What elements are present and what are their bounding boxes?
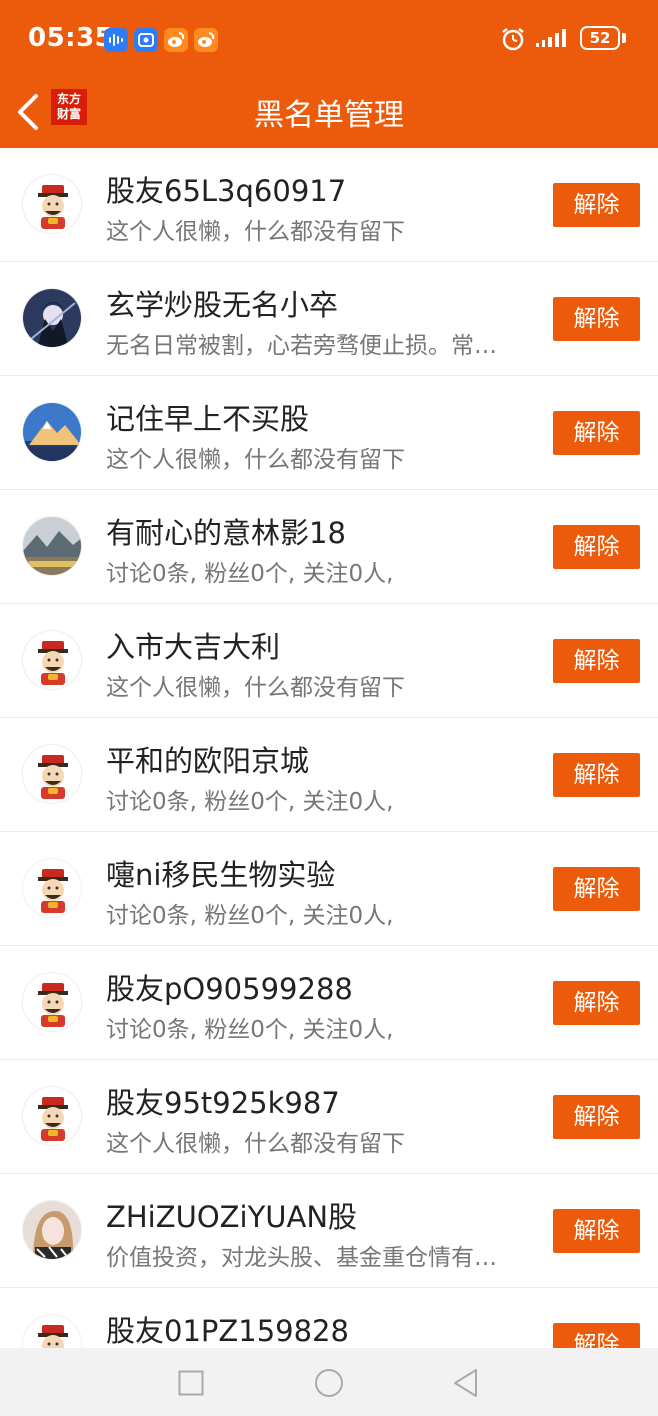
list-item[interactable]: 平和的欧阳京城讨论0条, 粉丝0个, 关注0人, 解除	[0, 718, 658, 832]
avatar[interactable]	[22, 972, 82, 1032]
unblock-button[interactable]: 解除	[553, 639, 640, 683]
avatar[interactable]	[22, 1086, 82, 1146]
avatar[interactable]	[22, 630, 82, 690]
user-description: 价值投资，对龙头股、基金重仓情有…	[106, 1245, 497, 1271]
recent-apps-icon[interactable]	[178, 1370, 204, 1400]
user-name: 入市大吉大利	[106, 630, 281, 664]
list-item[interactable]: 记住早上不买股这个人很懒，什么都没有留下 解除	[0, 376, 658, 490]
user-description: 讨论0条, 粉丝0个, 关注0人,	[106, 1017, 394, 1043]
back-triangle-icon[interactable]	[452, 1368, 480, 1402]
list-item[interactable]: 股友01PZ159828 解除	[0, 1288, 658, 1348]
system-nav-bar	[0, 1348, 658, 1416]
alarm-icon	[500, 26, 526, 56]
status-time: 05:35	[28, 23, 114, 53]
list-item[interactable]: ZHiZUOZiYUAN股价值投资，对龙头股、基金重仓情有… 解除	[0, 1174, 658, 1288]
weibo-app-icon	[164, 28, 188, 52]
unblock-button[interactable]: 解除	[553, 1095, 640, 1139]
list-item[interactable]: 入市大吉大利这个人很懒，什么都没有留下 解除	[0, 604, 658, 718]
avatar[interactable]	[22, 1314, 82, 1348]
user-name: 平和的欧阳京城	[106, 744, 310, 778]
list-item[interactable]: 股友95t925k987 这个人很懒，什么都没有留下 解除	[0, 1060, 658, 1174]
avatar[interactable]	[22, 858, 82, 918]
unblock-button[interactable]: 解除	[553, 411, 640, 455]
blacklist: 股友65L3q60917 这个人很懒，什么都没有留下 解除 玄学炒股无名小卒 无名日常…	[0, 148, 658, 1348]
battery-tip	[622, 33, 626, 43]
unblock-button[interactable]: 解除	[553, 1323, 640, 1348]
user-name: 股友01PZ159828	[106, 1314, 349, 1348]
unblock-button[interactable]: 解除	[553, 525, 640, 569]
unblock-button[interactable]: 解除	[553, 981, 640, 1025]
voice-app-icon	[104, 28, 128, 52]
list-item[interactable]: 股友pO90599288 讨论0条, 粉丝0个, 关注0人, 解除	[0, 946, 658, 1060]
list-item[interactable]: 玄学炒股无名小卒无名日常被割，心若旁骛便止损。常… 解除	[0, 262, 658, 376]
user-name: ZHiZUOZiYUAN股	[106, 1200, 358, 1234]
unblock-button[interactable]: 解除	[553, 867, 640, 911]
avatar[interactable]	[22, 1200, 82, 1260]
signal-icon	[534, 27, 574, 53]
avatar[interactable]	[22, 288, 82, 348]
user-description: 讨论0条, 粉丝0个, 关注0人,	[106, 789, 394, 815]
user-name: 嚏ni移民生物实验	[106, 858, 336, 892]
page-title: 黑名单管理	[254, 98, 404, 133]
status-bar: 05:35 52	[0, 0, 658, 80]
shield-app-icon	[134, 28, 158, 52]
avatar[interactable]	[22, 402, 82, 462]
user-name: 股友65L3q60917	[106, 174, 347, 208]
unblock-button[interactable]: 解除	[553, 297, 640, 341]
user-description: 这个人很懒，什么都没有留下	[106, 1131, 405, 1157]
user-name: 记住早上不买股	[106, 402, 310, 436]
user-description: 这个人很懒，什么都没有留下	[106, 675, 405, 701]
user-description: 这个人很懒，什么都没有留下	[106, 447, 405, 473]
list-item[interactable]: 股友65L3q60917 这个人很懒，什么都没有留下 解除	[0, 148, 658, 262]
battery-icon: 52	[580, 26, 620, 50]
list-item[interactable]: 有耐心的意林影18 讨论0条, 粉丝0个, 关注0人, 解除	[0, 490, 658, 604]
user-name: 股友pO90599288	[106, 972, 353, 1006]
user-description: 讨论0条, 粉丝0个, 关注0人,	[106, 903, 394, 929]
user-description: 无名日常被割，心若旁骛便止损。常…	[106, 333, 497, 359]
user-name: 玄学炒股无名小卒	[106, 288, 339, 322]
unblock-button[interactable]: 解除	[553, 183, 640, 227]
avatar[interactable]	[22, 174, 82, 234]
home-icon[interactable]	[314, 1368, 344, 1402]
unblock-button[interactable]: 解除	[553, 753, 640, 797]
app-header-background: 05:35 52 东方 财富 黑名单管理	[0, 0, 658, 148]
weibo-app-icon-2	[194, 28, 218, 52]
unblock-button[interactable]: 解除	[553, 1209, 640, 1253]
user-description: 这个人很懒，什么都没有留下	[106, 219, 405, 245]
user-description: 讨论0条, 粉丝0个, 关注0人,	[106, 561, 394, 587]
avatar[interactable]	[22, 516, 82, 576]
user-name: 有耐心的意林影18	[106, 516, 346, 550]
avatar[interactable]	[22, 744, 82, 804]
user-name: 股友95t925k987	[106, 1086, 340, 1120]
list-item[interactable]: 嚏ni移民生物实验讨论0条, 粉丝0个, 关注0人, 解除	[0, 832, 658, 946]
